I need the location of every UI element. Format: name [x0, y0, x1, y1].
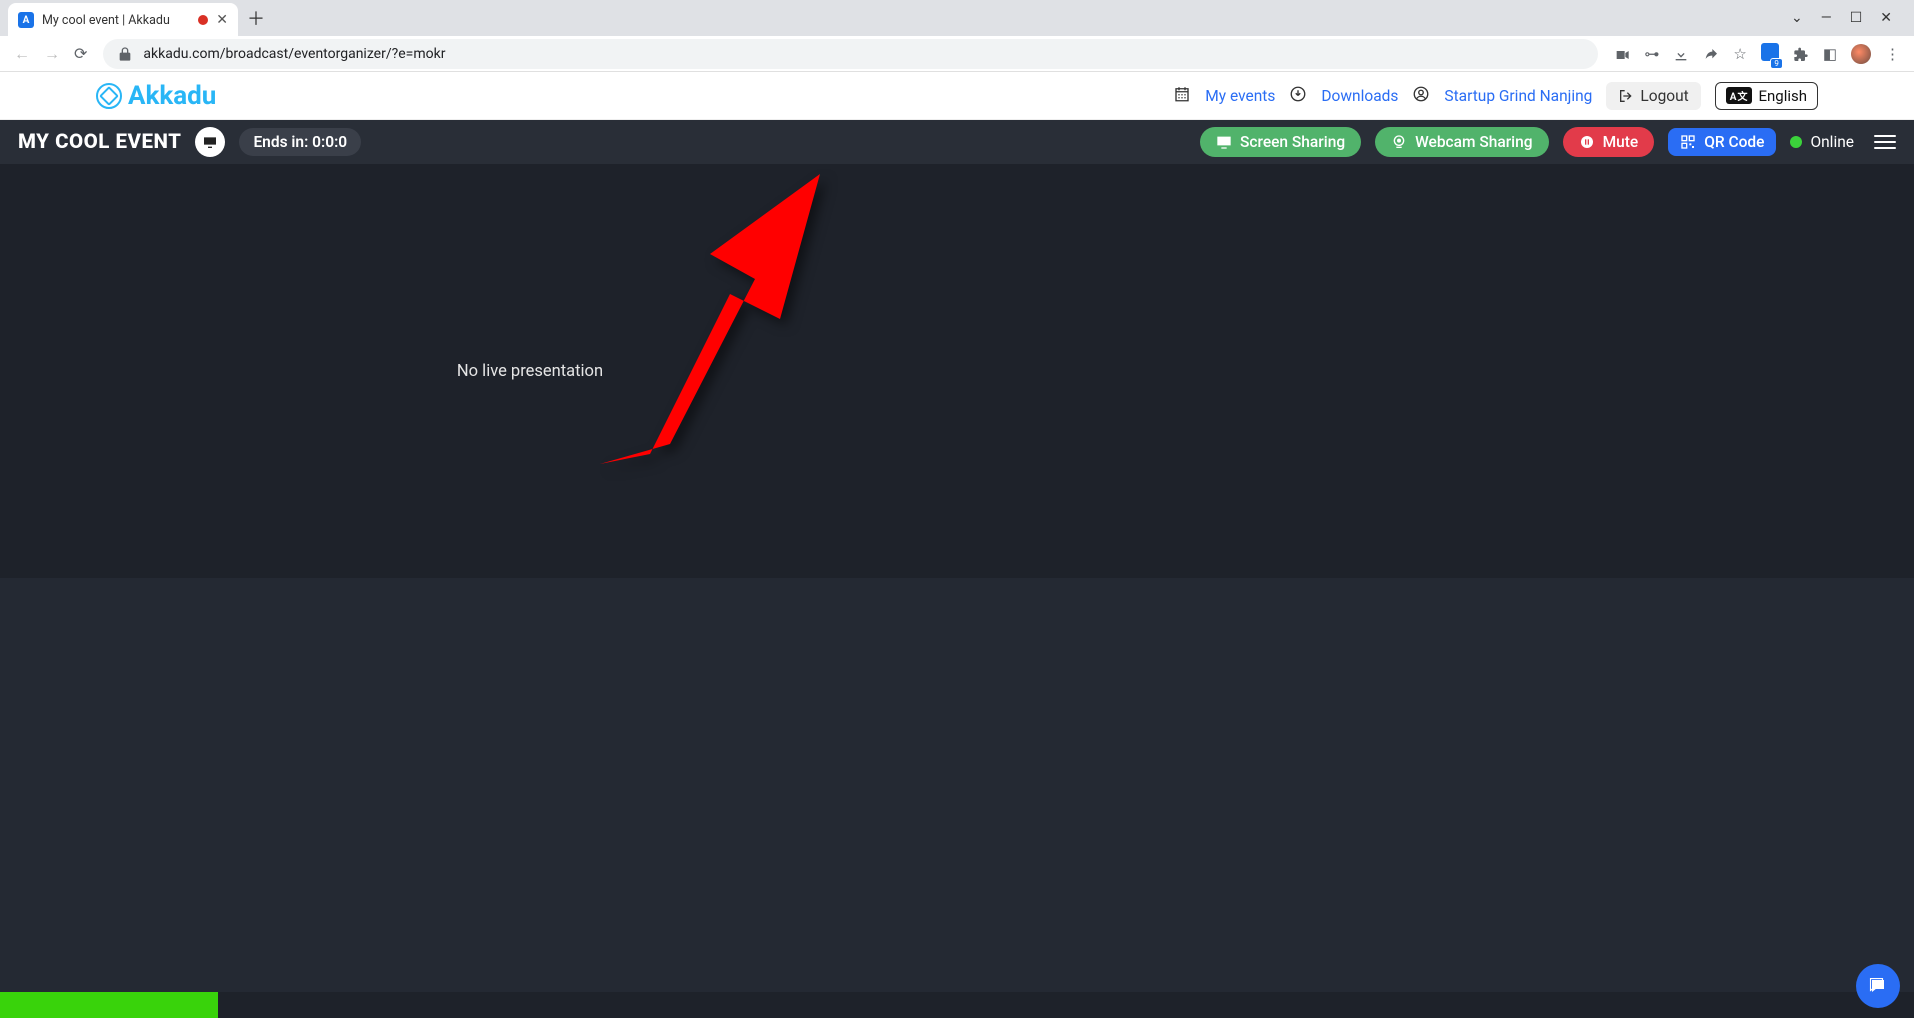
calendar-icon — [1173, 85, 1191, 107]
webcam-icon — [1391, 134, 1407, 150]
progress-bar — [0, 992, 218, 1018]
screen-sharing-label: Screen Sharing — [1240, 133, 1345, 151]
mute-button[interactable]: Mute — [1563, 127, 1655, 157]
tab-strip: A My cool event | Akkadu ✕ ＋ ⌄ — ☐ ✕ — [0, 0, 1914, 36]
logo-text: Akkadu — [128, 81, 216, 111]
user-circle-icon — [1412, 85, 1430, 107]
header-links: My events Downloads Startup Grind Nanjin… — [1173, 82, 1818, 110]
minimize-icon[interactable]: — — [1821, 10, 1832, 26]
recording-icon — [198, 15, 208, 25]
no-presentation-text: No live presentation — [457, 362, 603, 381]
my-events-link[interactable]: My events — [1205, 87, 1275, 105]
camera-icon[interactable] — [1614, 44, 1630, 62]
app-header: Akkadu My events Downloads Startup Grind… — [0, 72, 1914, 120]
screen-sharing-button[interactable]: Screen Sharing — [1200, 127, 1361, 157]
window-controls: ⌄ — ☐ ✕ — [1791, 10, 1906, 26]
address-bar: ← → ⟳ akkadu.com/broadcast/eventorganize… — [0, 36, 1914, 72]
star-icon[interactable]: ☆ — [1733, 45, 1746, 63]
forward-icon[interactable]: → — [44, 44, 60, 64]
badge-count: 9 — [1770, 58, 1783, 69]
language-selector[interactable]: A文 English — [1715, 82, 1818, 110]
logout-icon — [1618, 88, 1634, 104]
qr-icon — [1680, 134, 1696, 150]
logout-button[interactable]: Logout — [1606, 82, 1700, 110]
download-circle-icon — [1289, 85, 1307, 107]
share-icon[interactable] — [1703, 44, 1719, 62]
qr-code-button[interactable]: QR Code — [1668, 128, 1776, 156]
download-icon[interactable] — [1673, 44, 1689, 62]
chat-fab-button[interactable] — [1856, 964, 1900, 1008]
maximize-icon[interactable]: ☐ — [1850, 10, 1863, 26]
event-title: MY COOL EVENT — [18, 130, 181, 154]
language-icon: A文 — [1726, 87, 1753, 104]
display-mode-icon[interactable] — [195, 127, 225, 157]
menu-button[interactable] — [1874, 135, 1896, 150]
presentation-area: No live presentation — [0, 164, 1060, 578]
new-tab-button[interactable]: ＋ — [242, 4, 270, 32]
lock-icon — [117, 46, 133, 62]
webcam-sharing-label: Webcam Sharing — [1415, 133, 1532, 151]
language-label: English — [1758, 87, 1807, 105]
webcam-sharing-button[interactable]: Webcam Sharing — [1375, 127, 1548, 157]
countdown-pill: Ends in: 0:0:0 — [239, 128, 361, 156]
akkadu-logo[interactable]: Akkadu — [96, 81, 216, 111]
event-toolbar: MY COOL EVENT Ends in: 0:0:0 Screen Shar… — [0, 120, 1914, 164]
extension-badge-icon[interactable]: 9 — [1761, 43, 1779, 65]
key-icon[interactable]: ⊶ — [1644, 45, 1659, 63]
favicon-icon: A — [18, 12, 34, 28]
close-window-icon[interactable]: ✕ — [1880, 10, 1892, 26]
panel-icon[interactable]: ◧ — [1823, 45, 1837, 63]
status-dot-icon — [1790, 136, 1802, 148]
logout-label: Logout — [1640, 87, 1688, 105]
mute-label: Mute — [1603, 133, 1639, 151]
extensions-icon[interactable] — [1793, 44, 1809, 62]
qr-code-label: QR Code — [1704, 133, 1764, 151]
chat-icon — [1869, 977, 1887, 995]
kebab-menu-icon[interactable]: ⋮ — [1885, 45, 1900, 63]
monitor-icon — [1216, 134, 1232, 150]
close-tab-icon[interactable]: ✕ — [216, 12, 228, 28]
org-link[interactable]: Startup Grind Nanjing — [1444, 87, 1592, 105]
online-status: Online — [1790, 133, 1854, 151]
browser-top: A My cool event | Akkadu ✕ ＋ ⌄ — ☐ ✕ ← →… — [0, 0, 1914, 72]
downloads-link[interactable]: Downloads — [1321, 87, 1398, 105]
back-icon[interactable]: ← — [14, 44, 30, 64]
url-text: akkadu.com/broadcast/eventorganizer/?e=m… — [143, 46, 445, 62]
content-area: No live presentation — [0, 164, 1914, 1018]
reload-icon[interactable]: ⟳ — [74, 44, 87, 63]
url-field[interactable]: akkadu.com/broadcast/eventorganizer/?e=m… — [103, 39, 1598, 69]
profile-avatar[interactable] — [1851, 44, 1871, 64]
online-label: Online — [1810, 133, 1854, 151]
tab-title: My cool event | Akkadu — [42, 13, 190, 28]
logo-mark-icon — [96, 83, 122, 109]
chevron-down-icon[interactable]: ⌄ — [1791, 10, 1803, 26]
browser-tab[interactable]: A My cool event | Akkadu ✕ — [8, 3, 238, 37]
lower-panel — [0, 578, 1914, 992]
pause-circle-icon — [1579, 134, 1595, 150]
